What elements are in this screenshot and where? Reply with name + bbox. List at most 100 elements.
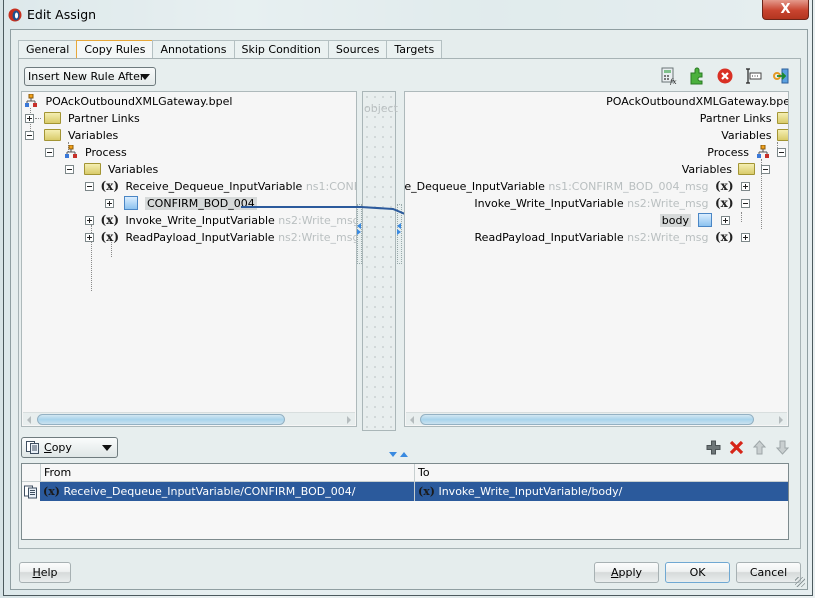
- target-variable-node[interactable]: ReadPayload_InputVariable ns2:Write_msg …: [475, 229, 750, 246]
- xml-fragment-button[interactable]: [688, 67, 706, 85]
- collapse-icon[interactable]: [741, 198, 750, 208]
- target-element-node[interactable]: body: [659, 212, 730, 229]
- collapse-icon[interactable]: [25, 130, 34, 140]
- delete-icon[interactable]: [729, 440, 744, 455]
- source-root-label: POAckOutboundXMLGateway.bpel: [45, 95, 233, 108]
- collapse-icon[interactable]: [85, 181, 94, 191]
- node-label: body: [659, 214, 691, 227]
- tab-skip-condition[interactable]: Skip Condition: [233, 40, 329, 59]
- expand-icon[interactable]: [85, 232, 94, 242]
- target-root-node[interactable]: POAckOutboundXMLGateway.bpe: [606, 93, 788, 110]
- copy-rules-table: From To (x) Receive_Dequeue_InputVariabl…: [21, 463, 789, 540]
- title-bar[interactable]: Edit Assign X: [4, 0, 812, 30]
- resize-grip-icon[interactable]: [795, 577, 805, 587]
- expand-icon[interactable]: [721, 215, 730, 225]
- delete-mapping-button[interactable]: [716, 67, 734, 85]
- source-variable-node[interactable]: (x) Receive_Dequeue_InputVariable ns1:CO…: [85, 178, 356, 195]
- variable-icon: (x): [100, 230, 120, 244]
- collapse-icon[interactable]: [777, 147, 786, 157]
- node-label: Variables: [68, 129, 119, 142]
- tab-targets[interactable]: Targets: [386, 40, 443, 59]
- move-up-icon[interactable]: [752, 440, 767, 455]
- variable-icon: (x): [714, 179, 734, 193]
- copy-rules-panel: Insert New Rule After fx POAckOutboundXM…: [18, 58, 801, 549]
- collapse-icon[interactable]: [45, 147, 54, 157]
- variable-icon: (x): [714, 196, 734, 210]
- close-icon: X: [780, 2, 791, 17]
- source-element-node[interactable]: CONFIRM_BOD_004: [105, 195, 257, 212]
- insert-mode-value: Insert New Rule After: [28, 70, 145, 83]
- tab-sources[interactable]: Sources: [327, 40, 388, 59]
- bulk-mapping-button[interactable]: [772, 67, 790, 85]
- tab-general[interactable]: General: [18, 40, 78, 59]
- collapse-arrows-icon[interactable]: [356, 222, 404, 236]
- window-title: Edit Assign: [27, 7, 97, 22]
- node-label: Variables: [108, 163, 159, 176]
- source-horizontal-scrollbar[interactable]: [23, 412, 355, 425]
- target-partner-links-node[interactable]: Partner Links: [700, 110, 788, 127]
- column-header-to[interactable]: To: [414, 464, 788, 482]
- target-process-variables-node[interactable]: Variables: [682, 161, 770, 178]
- expand-icon[interactable]: [85, 215, 94, 225]
- node-label: Process: [707, 146, 749, 159]
- expand-icon[interactable]: [25, 113, 34, 123]
- mapping-canvas[interactable]: object: [362, 91, 398, 431]
- move-down-icon[interactable]: [775, 440, 790, 455]
- bpel-process-icon: [25, 94, 37, 107]
- table-row[interactable]: (x) Receive_Dequeue_InputVariable/CONFIR…: [40, 482, 788, 501]
- scroll-left-icon[interactable]: [410, 416, 414, 424]
- node-label: Receive_Dequeue_InputVariable: [404, 180, 545, 193]
- source-partner-links-node[interactable]: Partner Links: [25, 110, 140, 127]
- add-icon[interactable]: [706, 440, 721, 455]
- literal-button[interactable]: [744, 67, 762, 85]
- source-variable-node[interactable]: (x) ReadPayload_InputVariable ns2:Write_…: [85, 229, 356, 246]
- expand-icon[interactable]: [741, 181, 750, 191]
- target-variable-node[interactable]: Receive_Dequeue_InputVariable ns1:CONFIR…: [404, 178, 750, 195]
- scrollbar-thumb[interactable]: [37, 414, 285, 425]
- node-label: CONFIRM_BOD_004: [145, 197, 257, 210]
- ok-button[interactable]: OK: [665, 562, 730, 583]
- variable-icon: (x): [100, 179, 120, 193]
- collapse-icon[interactable]: [761, 164, 770, 174]
- variable-icon: (x): [100, 213, 120, 227]
- target-tree[interactable]: POAckOutboundXMLGateway.bpe Partner Link…: [404, 91, 789, 427]
- close-button[interactable]: X: [762, 0, 809, 20]
- variable-icon: (x): [43, 485, 60, 498]
- cancel-button[interactable]: Cancel: [736, 562, 801, 583]
- scroll-right-icon[interactable]: [779, 416, 783, 424]
- tab-annotations[interactable]: Annotations: [152, 40, 235, 59]
- copy-rule-icon: [24, 485, 37, 499]
- to-value: Invoke_Write_InputVariable/body/: [438, 485, 623, 498]
- column-header-from[interactable]: From: [40, 464, 414, 482]
- apply-button[interactable]: Apply: [594, 562, 659, 583]
- mapping-toolbar: fx: [660, 67, 790, 85]
- resize-arrows-icon[interactable]: [388, 452, 410, 458]
- from-cell[interactable]: (x) Receive_Dequeue_InputVariable/CONFIR…: [40, 482, 414, 501]
- source-tree[interactable]: POAckOutboundXMLGateway.bpel Partner Lin…: [21, 91, 357, 427]
- help-button[interactable]: Help: [19, 562, 71, 583]
- expand-icon[interactable]: [741, 232, 750, 242]
- source-variables-node[interactable]: Variables: [25, 127, 118, 144]
- scrollbar-thumb[interactable]: [420, 414, 754, 425]
- target-variable-node[interactable]: Invoke_Write_InputVariable ns2:Write_msg…: [474, 195, 750, 212]
- source-process-variables-node[interactable]: Variables: [65, 161, 158, 178]
- tab-copy-rules[interactable]: Copy Rules: [76, 40, 154, 59]
- expression-builder-button[interactable]: fx: [660, 67, 678, 85]
- insert-mode-select[interactable]: Insert New Rule After: [24, 67, 156, 86]
- to-cell[interactable]: (x) Invoke_Write_InputVariable/body/: [414, 482, 788, 501]
- scroll-left-icon[interactable]: [27, 416, 31, 424]
- target-variables-node[interactable]: Variables: [721, 127, 788, 144]
- node-label: Process: [85, 146, 127, 159]
- target-horizontal-scrollbar[interactable]: [406, 412, 787, 425]
- rule-type-mnemonic: C: [44, 441, 52, 454]
- oracle-app-icon: [8, 8, 22, 22]
- collapse-icon[interactable]: [65, 164, 74, 174]
- scroll-right-icon[interactable]: [347, 416, 351, 424]
- node-type: ns2:Write_msg: [627, 197, 709, 210]
- folder-open-icon: [737, 163, 755, 175]
- target-process-node[interactable]: Process: [707, 144, 786, 161]
- source-root-node[interactable]: POAckOutboundXMLGateway.bpel: [24, 93, 232, 110]
- expand-icon[interactable]: [105, 198, 114, 208]
- source-process-node[interactable]: Process: [45, 144, 127, 161]
- rule-type-select[interactable]: Copy: [21, 437, 118, 458]
